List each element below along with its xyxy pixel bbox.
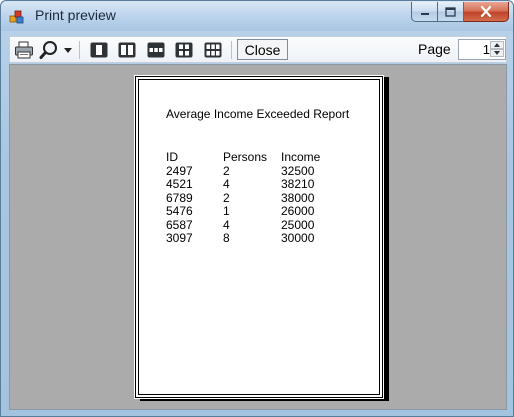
print-preview-window: Print preview Close Page 1 Average Incom… [0,0,514,417]
cell-persons: 1 [223,204,230,218]
cell-id: 6789 [166,190,193,205]
table-row: 3097 8 30000 [166,231,331,246]
cell-persons: 2 [223,163,230,178]
zoom-dropdown[interactable] [62,40,74,60]
title-bar[interactable]: Print preview [1,1,513,31]
table-row: 5476 1 26000 [166,204,331,219]
cell-income: 32500 [281,163,315,178]
page-stepper[interactable] [458,39,506,60]
minimize-icon [420,12,429,15]
close-button[interactable]: Close [237,39,288,60]
three-pages-button[interactable] [145,40,167,60]
close-window-button[interactable] [464,2,509,22]
column-header-income: Income [281,150,321,164]
page-number-input[interactable] [460,41,490,58]
one-page-icon [90,42,108,58]
toolbar: Close Page [9,36,507,63]
table-row: 4521 4 38210 [166,177,331,192]
table-row: 6587 4 25000 [166,217,331,233]
column-header-persons: Persons [223,150,268,164]
toolbar-separator [231,41,232,59]
cell-id: 3097 [166,231,193,245]
one-page-button[interactable] [88,40,110,60]
page-spin-buttons [490,41,504,58]
maximize-icon [445,6,456,17]
spin-up-icon [494,43,500,47]
spin-down-icon [494,51,500,55]
two-pages-icon [118,42,136,58]
printer-icon [15,41,33,59]
six-pages-button[interactable] [202,40,224,60]
print-button[interactable] [13,40,35,60]
dropdown-arrow-icon [64,47,72,53]
zoom-magnifier-icon [39,41,57,59]
cell-persons: 8 [223,231,230,245]
zoom-button[interactable] [38,40,60,60]
page-label: Page [418,41,451,57]
six-pages-icon [204,42,222,58]
minimize-button[interactable] [411,2,438,22]
three-pages-icon [147,42,165,58]
table-header-row: ID Persons Income [166,150,331,165]
cell-persons: 4 [223,217,230,232]
caption-buttons [411,2,509,22]
table-row: 2497 2 32500 [166,163,331,179]
two-pages-button[interactable] [116,40,138,60]
four-pages-icon [175,42,193,58]
close-icon [480,6,492,17]
cell-income: 38000 [281,190,315,205]
cell-id: 4521 [166,177,193,191]
toolbar-separator [79,41,80,59]
cell-persons: 2 [223,190,230,205]
cell-income: 25000 [281,217,315,232]
preview-area[interactable]: Average Income Exceeded Report ID Person… [9,64,507,410]
cell-income: 38210 [281,177,315,191]
table-row: 6789 2 38000 [166,190,331,206]
cell-income: 30000 [281,231,315,245]
maximize-button[interactable] [438,2,464,22]
cell-persons: 4 [223,177,230,191]
column-header-id: ID [166,150,178,164]
cell-id: 6587 [166,217,193,232]
cell-id: 2497 [166,163,193,178]
preview-page: Average Income Exceeded Report ID Person… [134,75,384,399]
page-down-button[interactable] [490,49,504,57]
four-pages-button[interactable] [173,40,195,60]
cell-id: 5476 [166,204,193,218]
report-table: ID Persons Income 2497 2 32500 4521 4 38… [166,150,331,246]
window-title: Print preview [35,7,116,23]
report-title: Average Income Exceeded Report [166,107,350,121]
page-up-button[interactable] [490,41,504,49]
app-icon [9,10,24,24]
cell-income: 26000 [281,204,315,218]
